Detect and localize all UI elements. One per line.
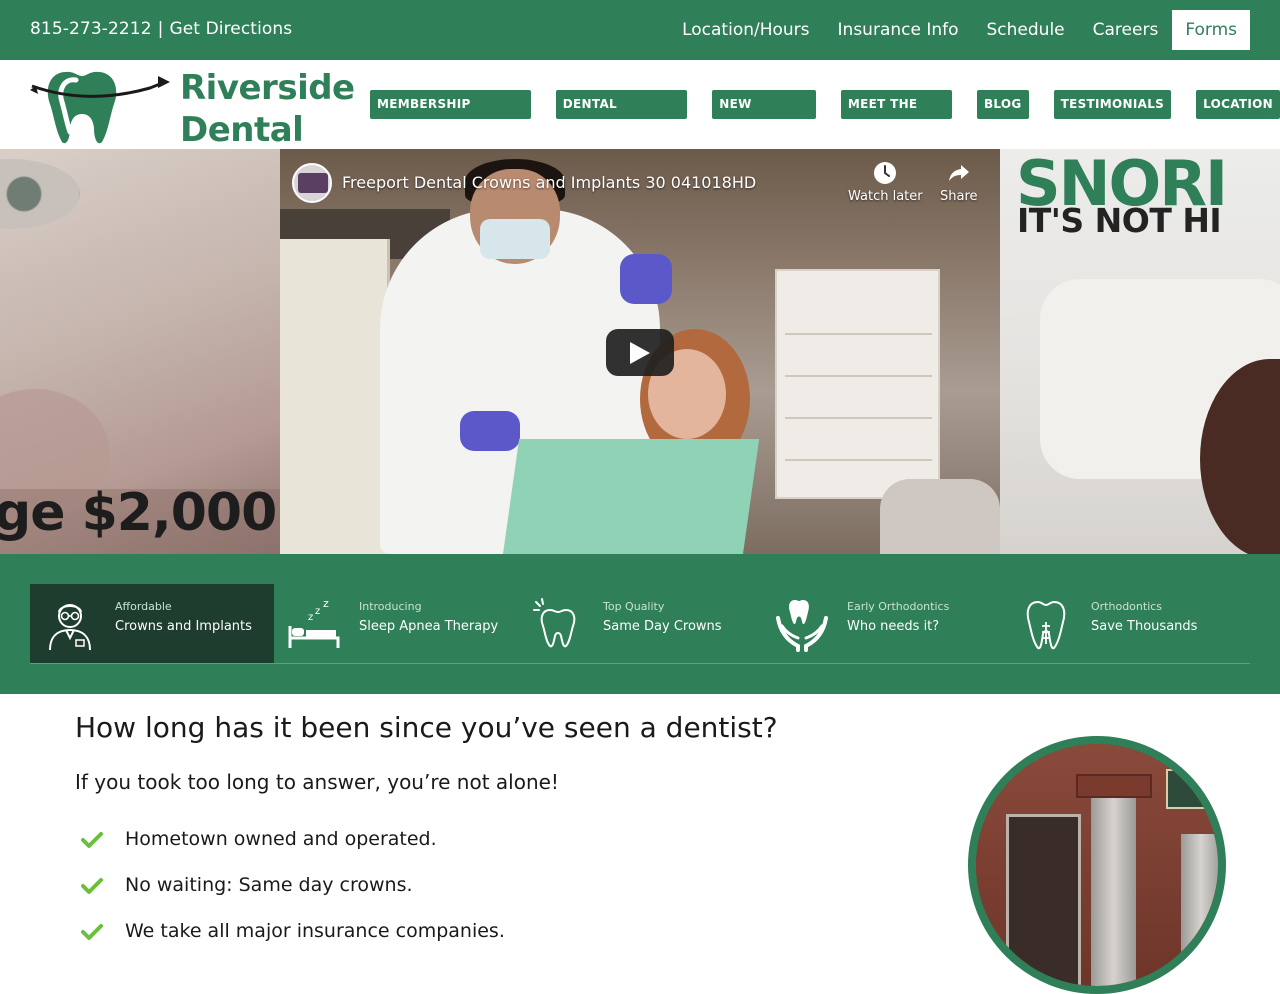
tooth-implant-icon bbox=[1026, 600, 1066, 650]
checkmark-icon bbox=[81, 924, 103, 940]
photo-column bbox=[1181, 834, 1218, 986]
clock-icon bbox=[874, 162, 897, 184]
nav-meet-the-drs[interactable]: MEET THE DR'S. bbox=[840, 90, 952, 140]
intro-subheading: If you took too long to answer, you’re n… bbox=[75, 770, 559, 794]
site-header: Riverside Dental MEMBERSHIP PROGRAM DENT… bbox=[0, 60, 1280, 150]
video-patient-bib bbox=[500, 439, 760, 554]
brand-name-line1: Riverside bbox=[180, 68, 355, 108]
feature-kicker: Introducing bbox=[359, 600, 422, 613]
top-nav-location-hours[interactable]: Location/Hours bbox=[668, 10, 823, 50]
feature-title: Crowns and Implants bbox=[115, 619, 252, 634]
intro-heading: How long has it been since you’ve seen a… bbox=[75, 711, 778, 744]
benefits-list: Hometown owned and operated. No waiting:… bbox=[75, 824, 505, 962]
watch-later-button[interactable]: Watch later bbox=[848, 161, 923, 204]
feature-early-orthodontics[interactable]: Early Orthodontics Who needs it? bbox=[762, 584, 1006, 663]
top-nav: Location/Hours Insurance Info Schedule C… bbox=[668, 10, 1250, 50]
logo[interactable]: Riverside Dental bbox=[30, 66, 355, 150]
channel-avatar[interactable] bbox=[292, 163, 332, 203]
tooth-in-hands-icon bbox=[776, 600, 828, 652]
photo-column bbox=[1091, 784, 1136, 986]
phone-link[interactable]: 815-273-2212 bbox=[30, 19, 152, 39]
video-cabinet-right bbox=[775, 269, 940, 499]
sparkling-tooth-icon bbox=[533, 598, 576, 648]
feature-kicker: Affordable bbox=[115, 600, 172, 613]
checkmark-icon bbox=[81, 878, 103, 894]
top-nav-schedule[interactable]: Schedule bbox=[973, 10, 1079, 50]
video-drawer bbox=[785, 427, 932, 461]
svg-text:z: z bbox=[308, 612, 313, 623]
contact-info: 815-273-2212 | Get Directions bbox=[30, 19, 292, 39]
play-button[interactable] bbox=[606, 329, 674, 376]
nav-new-patients[interactable]: NEW PATIENTS bbox=[712, 90, 816, 140]
dentist-icon bbox=[49, 604, 91, 651]
photo-entrance-door bbox=[1006, 814, 1081, 986]
contact-separator: | bbox=[157, 19, 164, 39]
nav-blog[interactable]: BLOG bbox=[976, 90, 1029, 119]
feature-title: Sleep Apnea Therapy bbox=[359, 619, 499, 634]
video-doctor-mask bbox=[480, 219, 550, 259]
photo-office-sign bbox=[1166, 769, 1211, 809]
snoring-promo-slide[interactable]: SNORI IT'S NOT HI bbox=[1000, 149, 1280, 554]
video-title[interactable]: Freeport Dental Crowns and Implants 30 0… bbox=[342, 173, 756, 192]
braces-price-text: ge $2,000 bbox=[0, 483, 277, 543]
list-item: We take all major insurance companies. bbox=[75, 916, 505, 962]
features-strip: Affordable Crowns and Implants z z z Int… bbox=[0, 554, 1280, 694]
channel-avatar-image bbox=[298, 173, 328, 193]
snoring-subheading: IT'S NOT HI bbox=[1017, 201, 1222, 240]
tooth-logo-icon bbox=[30, 71, 170, 144]
feature-title: Who needs it? bbox=[847, 619, 940, 634]
video-drawer bbox=[785, 301, 932, 335]
sleeping-bed-icon: z z z bbox=[288, 597, 340, 648]
braces-promo-slide[interactable]: ge $2,000 bbox=[0, 149, 280, 554]
top-nav-forms[interactable]: Forms bbox=[1172, 10, 1250, 50]
nav-location[interactable]: LOCATION bbox=[1196, 90, 1280, 119]
play-icon bbox=[630, 342, 650, 364]
video-doctor-glove bbox=[620, 254, 672, 304]
feature-sleep-apnea[interactable]: z z z Introducing Sleep Apnea Therapy bbox=[274, 584, 518, 663]
checkmark-icon bbox=[81, 832, 103, 848]
brand-name-line2: Dental bbox=[180, 110, 304, 150]
intro-section: How long has it been since you’ve seen a… bbox=[0, 694, 1280, 994]
list-item: Hometown owned and operated. bbox=[75, 824, 505, 870]
nav-testimonials[interactable]: TESTIMONIALS bbox=[1053, 90, 1172, 119]
photo-column-capital bbox=[1076, 774, 1152, 798]
nav-dental-concerns[interactable]: DENTAL CONCERNS bbox=[555, 90, 688, 140]
top-nav-insurance-info[interactable]: Insurance Info bbox=[824, 10, 973, 50]
video-doctor-glove bbox=[460, 411, 520, 451]
features-row: Affordable Crowns and Implants z z z Int… bbox=[30, 584, 1250, 664]
main-nav: MEMBERSHIP PROGRAM DENTAL CONCERNS NEW P… bbox=[370, 90, 1280, 140]
video-drawer bbox=[785, 385, 932, 419]
share-label: Share bbox=[940, 189, 978, 204]
video-cabinet-left bbox=[280, 239, 390, 554]
share-button[interactable]: Share bbox=[940, 161, 978, 204]
list-item: No waiting: Same day crowns. bbox=[75, 870, 505, 916]
feature-orthodontics[interactable]: Orthodontics Save Thousands bbox=[1006, 584, 1250, 663]
video-player[interactable]: Freeport Dental Crowns and Implants 30 0… bbox=[280, 149, 1000, 554]
slide-eye-image bbox=[0, 159, 80, 229]
svg-text:z: z bbox=[323, 597, 329, 610]
feature-kicker: Early Orthodontics bbox=[847, 600, 950, 613]
feature-crowns-implants[interactable]: Affordable Crowns and Implants bbox=[30, 584, 274, 663]
feature-title: Save Thousands bbox=[1091, 619, 1198, 634]
feature-kicker: Orthodontics bbox=[1091, 600, 1163, 613]
list-item-text: No waiting: Same day crowns. bbox=[125, 874, 413, 896]
feature-kicker: Top Quality bbox=[603, 600, 665, 613]
watch-later-label: Watch later bbox=[848, 189, 923, 204]
list-item-text: Hometown owned and operated. bbox=[125, 828, 437, 850]
feature-title: Same Day Crowns bbox=[603, 619, 722, 634]
directions-link[interactable]: Get Directions bbox=[169, 19, 292, 39]
top-bar: 815-273-2212 | Get Directions Location/Hou… bbox=[0, 0, 1280, 60]
nav-membership-program[interactable]: MEMBERSHIP PROGRAM bbox=[370, 90, 531, 140]
video-drawer bbox=[785, 343, 932, 377]
video-dental-chair bbox=[880, 479, 1000, 554]
top-nav-careers[interactable]: Careers bbox=[1079, 10, 1173, 50]
hero-slider: ge $2,000 Freeport Dental Crowns and Imp… bbox=[0, 149, 1280, 554]
svg-text:z: z bbox=[315, 606, 320, 617]
share-arrow-icon bbox=[948, 165, 969, 181]
office-building-photo bbox=[968, 736, 1226, 994]
list-item-text: We take all major insurance companies. bbox=[125, 920, 505, 942]
feature-same-day-crowns[interactable]: Top Quality Same Day Crowns bbox=[518, 584, 762, 663]
